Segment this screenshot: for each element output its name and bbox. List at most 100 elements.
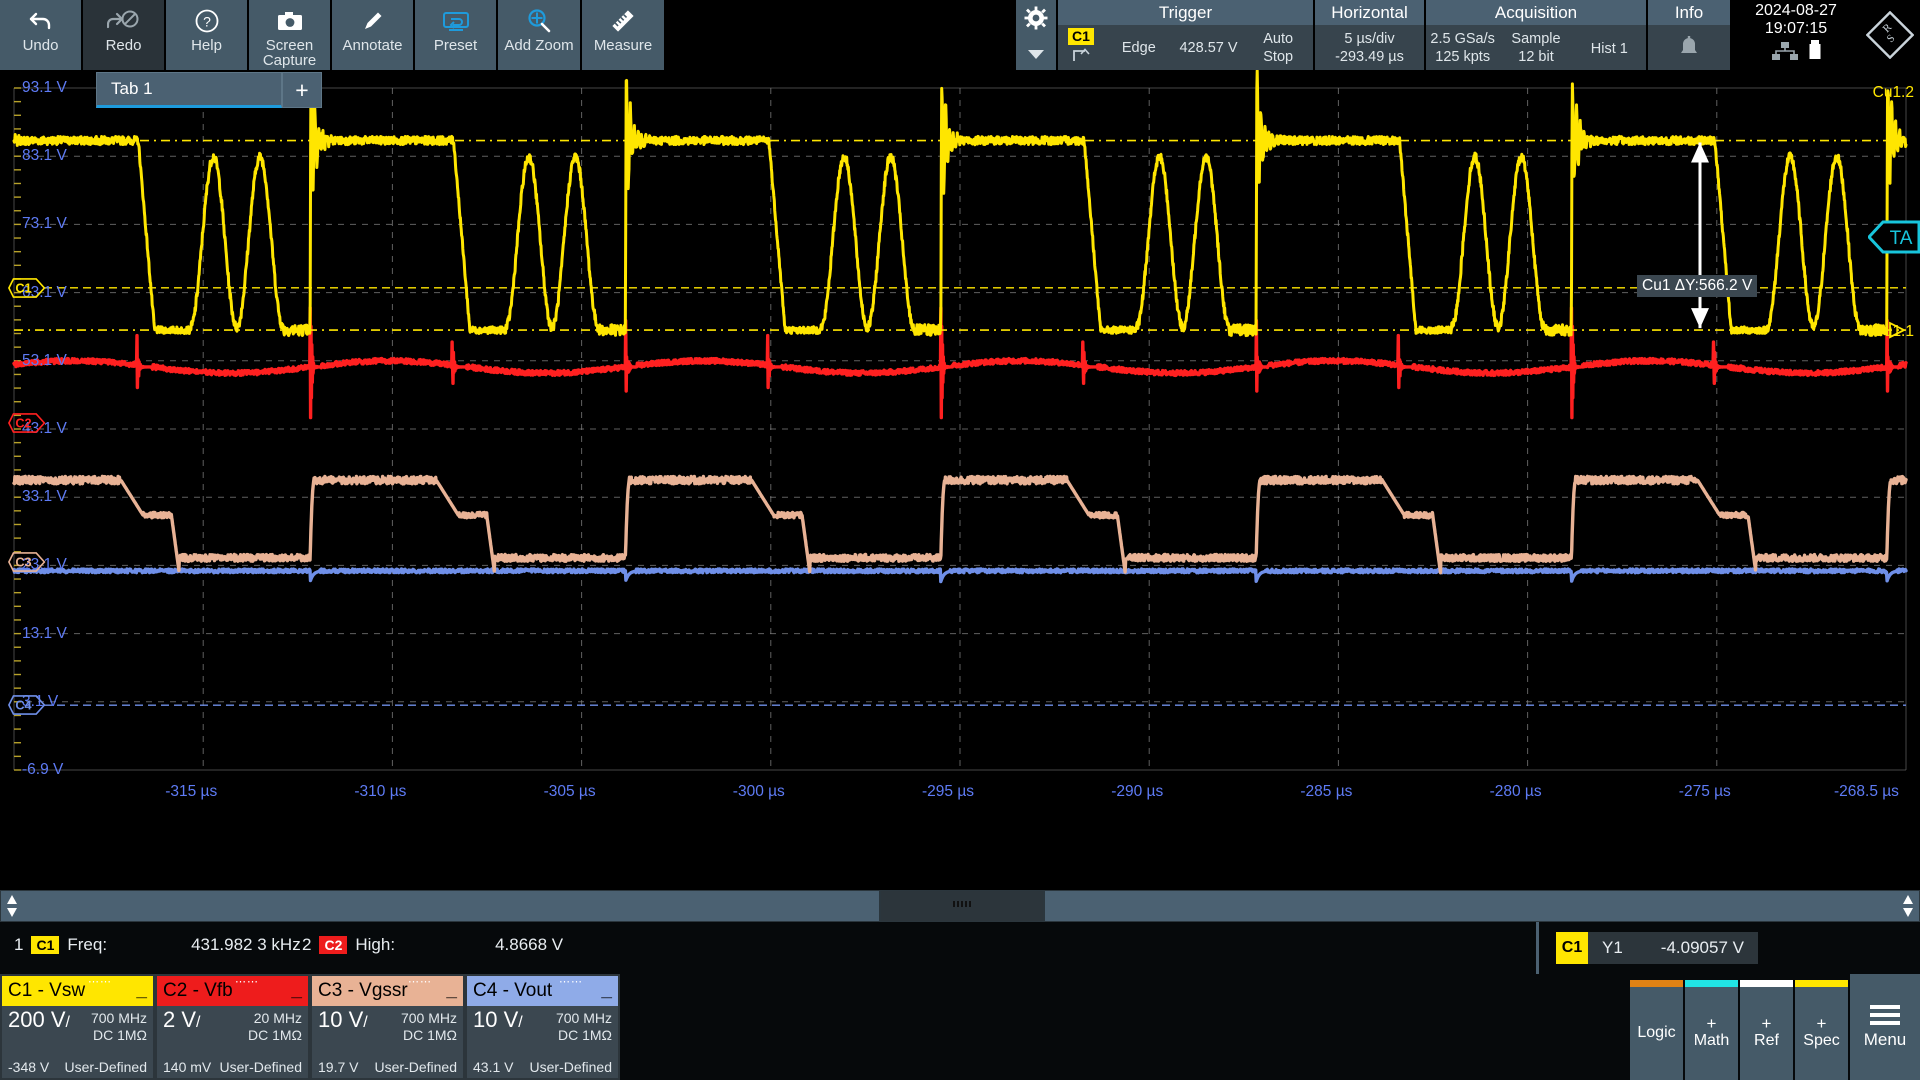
channel-c2-header[interactable]: C2 - Vfb ⋯⋯ _ xyxy=(157,976,308,1006)
trigger-source-chip: C1 xyxy=(1068,28,1094,45)
acquisition-panel[interactable]: Acquisition 2.5 GSa/s 125 kpts Sample 12… xyxy=(1426,0,1648,70)
trigger-type-value: Edge xyxy=(1121,39,1156,56)
channel-c1-right-info: 700 MHz DC 1MΩ xyxy=(91,1010,147,1044)
channel-c2-title: C2 - Vfb xyxy=(163,980,233,1001)
measurement-2-source: C2 xyxy=(319,936,348,954)
toolbar-spacer xyxy=(666,0,1016,70)
channel-box-c4[interactable]: C4 - Vout ⋯⋯ _ 10 V/ 700 MHz DC 1MΩ 43.1… xyxy=(465,974,620,1080)
trigger-position-marker[interactable]: TA xyxy=(1866,218,1920,261)
math-button[interactable]: + Math xyxy=(1685,980,1740,1080)
help-icon: ? xyxy=(194,6,220,36)
channel-box-c3[interactable]: C3 - Vgssr ⋯⋯ _ 10 V/ 700 MHz DC 1MΩ 19.… xyxy=(310,974,465,1080)
y-axis-label: 53.1 V xyxy=(22,351,67,369)
measurement-2-value: 4.8668 V xyxy=(495,935,564,954)
channel-c3-probe: User-Defined xyxy=(374,1059,457,1075)
channel-c2-right-info: 20 MHz DC 1MΩ xyxy=(248,1010,302,1044)
zoom-in-icon xyxy=(526,6,552,36)
svg-text:C1: C1 xyxy=(15,280,31,295)
channel-c1-offset: -348 V xyxy=(8,1059,50,1075)
channel-c3-coupling: DC 1MΩ xyxy=(402,1027,457,1043)
annotate-button[interactable]: Annotate xyxy=(332,0,415,70)
nav-right-segment[interactable] xyxy=(1044,890,1920,922)
acquisition-memory: 125 kpts xyxy=(1435,48,1491,65)
redo-disabled-icon xyxy=(106,6,141,36)
channel-c4-right-info: 700 MHz DC 1MΩ xyxy=(556,1010,612,1044)
svg-text:S: S xyxy=(1885,32,1898,45)
trigger-mode-value: Auto xyxy=(1263,30,1294,47)
channel-offset-marker-c2[interactable]: C2 xyxy=(4,412,48,434)
acquisition-title: Acquisition xyxy=(1426,0,1646,25)
channel-offset-marker-c1[interactable]: C1 xyxy=(4,277,48,299)
channel-c1-scale: 200 V/ xyxy=(8,1007,70,1032)
gear-icon[interactable] xyxy=(1023,5,1049,36)
ref-button[interactable]: + Ref xyxy=(1740,980,1795,1080)
screen-capture-button[interactable]: Screen Capture xyxy=(249,0,332,70)
channel-c1-header[interactable]: C1 - Vsw ⋯⋯ _ xyxy=(2,976,153,1006)
cursor-readout-box[interactable]: C1 Y1 -4.09057 V xyxy=(1556,932,1758,964)
usb-icon xyxy=(1809,40,1821,65)
ref-plus: + xyxy=(1761,1014,1772,1033)
nav-scroll-handle[interactable] xyxy=(880,890,1044,922)
menu-button[interactable]: Menu xyxy=(1850,974,1920,1080)
drag-handle-icon xyxy=(950,897,974,915)
channel-c1-bandwidth: 700 MHz xyxy=(90,1010,147,1026)
measurement-divider xyxy=(1536,922,1539,974)
channel-c1-minimize[interactable]: _ xyxy=(136,980,147,1002)
add-zoom-label: Add Zoom xyxy=(504,37,574,54)
channel-c3-title: C3 - Vgssr xyxy=(318,980,408,1001)
nav-right-updown-icon[interactable] xyxy=(1901,894,1915,918)
info-panel[interactable]: Info xyxy=(1648,0,1732,70)
channel-offset-marker-c3[interactable]: C3 xyxy=(4,551,48,573)
trigger-type: Edge xyxy=(1104,25,1174,70)
horizontal-panel[interactable]: Horizontal 5 µs/div -293.49 µs xyxy=(1315,0,1426,70)
horizontal-nav-bar[interactable] xyxy=(0,890,1920,922)
channel-c1-probe: User-Defined xyxy=(64,1059,147,1075)
acquisition-mode-column: Sample 12 bit xyxy=(1499,25,1572,70)
channel-c3-dots-icon: ⋯⋯ xyxy=(408,976,432,988)
x-axis-label: -315 µs xyxy=(165,783,218,800)
channel-c1-coupling: DC 1MΩ xyxy=(92,1027,147,1043)
channel-c4-header[interactable]: C4 - Vout ⋯⋯ _ xyxy=(467,976,618,1006)
nav-left-updown-icon[interactable] xyxy=(5,894,19,918)
channel-box-c2[interactable]: C2 - Vfb ⋯⋯ _ 2 V/ 20 MHz DC 1MΩ 140 mV … xyxy=(155,974,310,1080)
cursor-readout-name: Y1 xyxy=(1602,938,1623,957)
logic-button[interactable]: Logic xyxy=(1630,980,1685,1080)
channel-c3-header[interactable]: C3 - Vgssr ⋯⋯ _ xyxy=(312,976,463,1006)
y-axis-label: 73.1 V xyxy=(22,215,67,233)
spec-button[interactable]: + Spec xyxy=(1795,980,1850,1080)
add-tab-button[interactable]: + xyxy=(282,72,322,108)
trigger-panel[interactable]: Trigger C1 Edge 428.57 V Auto Stop xyxy=(1058,0,1315,70)
measurement-2[interactable]: 2 C2 High: 4.8668 V xyxy=(302,935,563,955)
cursor-top-label[interactable]: Cu1.2 xyxy=(1873,84,1914,102)
cursor-bottom-label[interactable]: Cu1.1 xyxy=(1873,323,1914,341)
measurement-1[interactable]: 1 C1 Freq: 431.982 3 kHz xyxy=(14,935,301,955)
channel-box-c1[interactable]: C1 - Vsw ⋯⋯ _ 200 V/ 700 MHz DC 1MΩ -348… xyxy=(0,974,155,1080)
undo-button[interactable]: Undo xyxy=(0,0,83,70)
y-axis-label: 13.1 V xyxy=(22,624,67,642)
menu-label: Menu xyxy=(1863,1029,1907,1049)
add-zoom-button[interactable]: Add Zoom xyxy=(498,0,582,70)
channel-c3-minimize[interactable]: _ xyxy=(446,980,457,1002)
channel-c4-minimize[interactable]: _ xyxy=(601,980,612,1002)
preset-icon xyxy=(441,6,471,36)
measure-button[interactable]: Measure xyxy=(582,0,666,70)
tab-1[interactable]: Tab 1 xyxy=(96,72,282,108)
channel-c1-title: C1 - Vsw xyxy=(8,980,86,1001)
lan-icon xyxy=(1771,42,1799,65)
redo-button[interactable]: Redo xyxy=(83,0,166,70)
x-axis-label: -295 µs xyxy=(922,783,975,800)
channel-offset-marker-c4[interactable]: C4 xyxy=(4,694,48,716)
preset-button[interactable]: Preset xyxy=(415,0,498,70)
channel-c2-dots-icon: ⋯⋯ xyxy=(235,976,259,988)
channel-c2-minimize[interactable]: _ xyxy=(291,980,302,1002)
horizontal-title: Horizontal xyxy=(1315,0,1424,25)
horizontal-values: 5 µs/div -293.49 µs xyxy=(1315,25,1424,70)
settings-column xyxy=(1016,0,1058,70)
nav-left-segment[interactable] xyxy=(0,890,880,922)
logic-label: Logic xyxy=(1637,1024,1676,1041)
waveform-display[interactable]: Tab 1 + 93.1 V 83.1 V 73.1 V 63.1 V 53.1 V 43… xyxy=(0,70,1920,890)
tab-1-label: Tab 1 xyxy=(111,79,153,98)
chevron-down-icon[interactable] xyxy=(1026,47,1046,65)
help-button[interactable]: ? Help xyxy=(166,0,249,70)
bell-icon[interactable] xyxy=(1648,25,1730,70)
